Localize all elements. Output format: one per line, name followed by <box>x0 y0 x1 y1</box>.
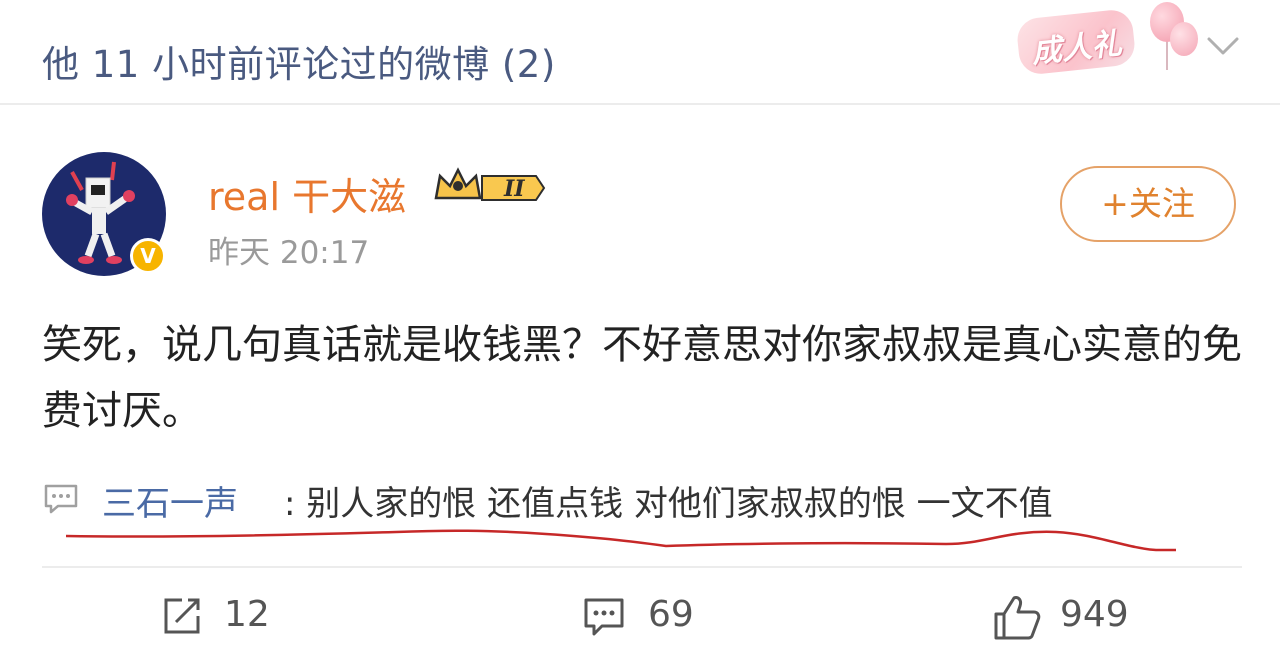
post-text: 笑死，说几句真话就是收钱黑？不好意思对你家叔叔是真心实意的免费讨厌。 <box>42 322 1242 434</box>
comment-button[interactable]: 69 <box>582 590 702 644</box>
author-name[interactable]: real 干大滋 <box>208 166 406 221</box>
follow-button[interactable]: +关注 <box>1060 166 1236 242</box>
like-count: 949 <box>1060 594 1129 635</box>
crown-level-icon[interactable]: II <box>432 164 550 208</box>
repost-button[interactable]: 12 <box>160 590 280 644</box>
page-title: 他 11 小时前评论过的微博 (2) <box>42 43 556 86</box>
thumbs-up-icon <box>994 596 1041 640</box>
comment-icon <box>584 598 624 636</box>
chevron-down-icon[interactable] <box>1206 34 1240 58</box>
post-time: 昨天 20:17 <box>208 235 370 271</box>
like-button[interactable]: 949 <box>992 590 1152 644</box>
comment-text: : 别人家的恨 还值点钱 对他们家叔叔的恨 一文不值 <box>284 484 1053 524</box>
divider <box>42 566 1242 568</box>
balloon-string <box>1166 40 1168 70</box>
comment-author[interactable]: 三石一声 <box>102 476 238 525</box>
page-header: 他 11 小时前评论过的微博 (2) 成人礼 <box>0 0 1280 105</box>
comment-count: 69 <box>648 594 694 635</box>
repost-count: 12 <box>224 594 270 635</box>
balloon-icon-small <box>1170 22 1198 56</box>
coming-of-age-badge[interactable]: 成人礼 <box>1015 8 1137 76</box>
level-badge-text: II <box>503 176 525 202</box>
comment-bubble-icon <box>44 484 78 514</box>
badge-text: 成人礼 <box>1030 26 1124 71</box>
handdrawn-underline <box>66 529 1176 552</box>
repost-icon <box>164 598 200 634</box>
comment-preview[interactable]: 三石一声 : 别人家的恨 还值点钱 对他们家叔叔的恨 一文不值 <box>42 476 1242 526</box>
verified-badge-icon: V <box>130 238 166 274</box>
